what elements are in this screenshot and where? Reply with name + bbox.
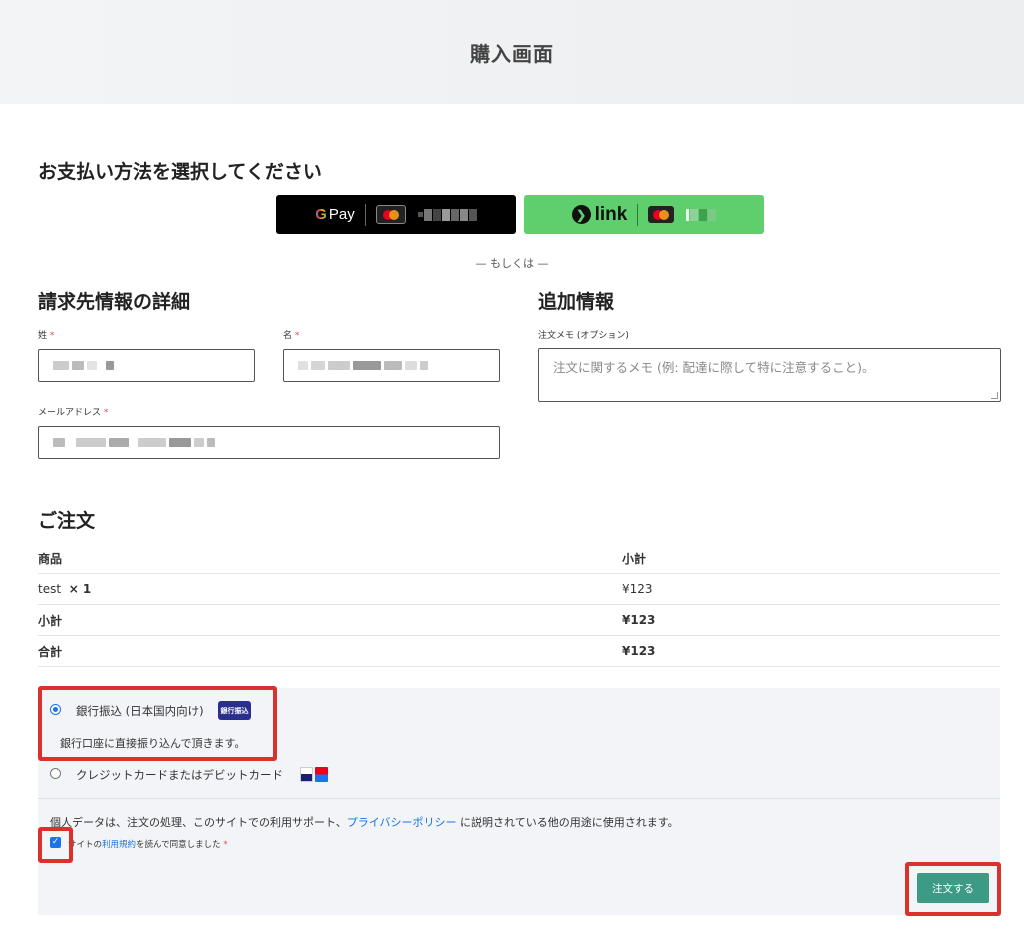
page-title: 購入画面 [470, 41, 554, 66]
mastercard-icon [375, 205, 406, 224]
order-heading: ご注文 [38, 510, 96, 532]
google-g-icon: G [315, 206, 327, 223]
subtotal-value: ¥123 [622, 613, 656, 627]
last-name-label: 姓 * [38, 331, 55, 341]
credit-card-label[interactable]: クレジットカードまたはデビットカード [76, 767, 283, 783]
order-notes-textarea[interactable]: 注文に関するメモ (例: 配達に際して特に注意すること)。 [538, 348, 1001, 402]
first-name-input[interactable] [283, 349, 500, 382]
product-price: ¥123 [622, 582, 653, 596]
credit-card-radio[interactable] [50, 768, 61, 779]
table-row: 合計 ¥123 [38, 636, 1000, 667]
google-pay-text: Pay [328, 206, 355, 223]
terms-label: サイトの利用規約を読んで同意しました * [68, 840, 228, 850]
divider [364, 203, 366, 226]
product-quantity: × 1 [68, 582, 92, 596]
order-table: 商品 小計 test × 1 ¥123 小計 ¥123 合計 ¥123 [38, 543, 1000, 667]
place-order-button[interactable]: 注文する [917, 873, 989, 903]
terms-link[interactable]: 利用規約 [102, 840, 136, 850]
total-value: ¥123 [622, 644, 656, 658]
card-brands-icon [300, 767, 328, 782]
privacy-notice: 個人データは、注文の処理、このサイトでの利用サポート、プライバシーポリシー に説… [50, 816, 679, 829]
table-row: 小計 ¥123 [38, 605, 1000, 636]
last-name-input[interactable] [38, 349, 255, 382]
bank-transfer-label[interactable]: 銀行振込 (日本国内向け) [76, 703, 204, 719]
terms-checkbox[interactable]: ✓ [50, 837, 61, 848]
privacy-policy-link[interactable]: プライバシーポリシー [347, 816, 457, 829]
total-label: 合計 [38, 644, 63, 659]
first-name-label: 名 * [283, 331, 300, 341]
subtotal-column-header: 小計 [622, 551, 647, 566]
payment-methods-panel: 銀行振込 (日本国内向け) 銀行振込 銀行口座に直接振り込んで頂きます。 クレジ… [38, 688, 1000, 915]
order-notes-label: 注文メモ (オプション) [538, 331, 629, 341]
masked-text [298, 361, 428, 370]
subtotal-label: 小計 [38, 613, 63, 628]
divider [637, 203, 639, 226]
or-divider: — もしくは — [475, 257, 549, 270]
additional-info-heading: 追加情報 [538, 291, 615, 313]
google-pay-button[interactable]: G Pay [276, 195, 516, 234]
mastercard-icon [648, 206, 675, 223]
product-name: test × 1 [38, 582, 92, 596]
masked-card-number [686, 208, 717, 221]
product-column-header: 商品 [38, 551, 63, 566]
billing-heading: 請求先情報の詳細 [38, 291, 191, 313]
page-header: 購入画面 [0, 0, 1024, 104]
masked-card-number [417, 208, 477, 221]
email-label: メールアドレス * [38, 408, 109, 418]
link-logo: ❯ link [571, 203, 628, 226]
google-pay-logo: G Pay [315, 206, 355, 223]
payment-method-heading: お支払い方法を選択してください [38, 161, 322, 183]
table-header-row: 商品 小計 [38, 543, 1000, 574]
table-row: test × 1 ¥123 [38, 574, 1000, 605]
masked-text [53, 438, 215, 447]
bank-transfer-description: 銀行口座に直接振り込んで頂きます。 [60, 737, 246, 750]
email-input[interactable] [38, 426, 500, 459]
bank-transfer-radio[interactable] [50, 704, 61, 715]
bank-transfer-badge: 銀行振込 [218, 701, 251, 720]
link-pay-button[interactable]: ❯ link [524, 195, 764, 234]
divider [38, 798, 1000, 799]
link-text: link [594, 203, 628, 225]
masked-text [53, 361, 114, 370]
arrow-right-icon: ❯ [571, 205, 591, 224]
